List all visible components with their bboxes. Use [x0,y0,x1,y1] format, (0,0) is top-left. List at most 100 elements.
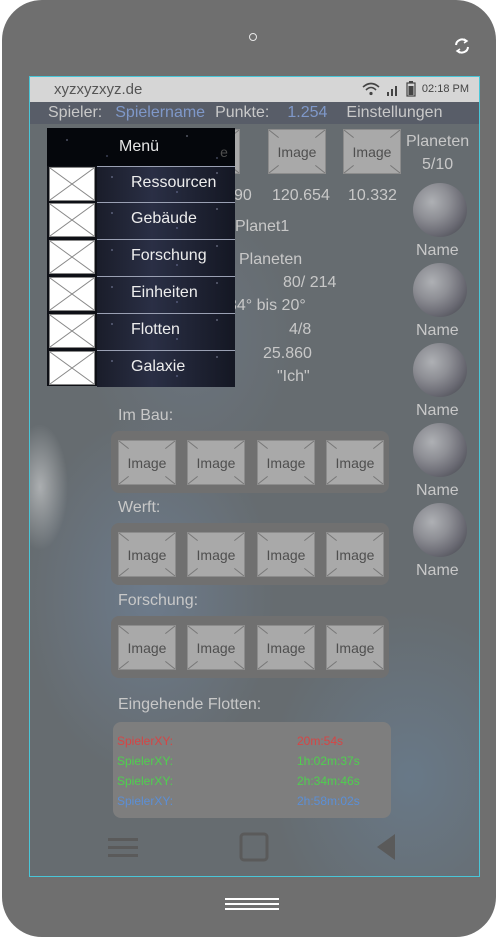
menu-item-label: Forschung [131,247,207,264]
image-placeholder-icon [49,203,95,237]
fleet-row[interactable]: SpielerXY: 1h:02m:37s [117,754,387,768]
hardware-home-icon[interactable] [225,896,279,912]
planet-icon[interactable] [413,423,467,477]
image-label: Image [335,454,375,471]
resource-value: 120.654 [272,187,330,204]
shipyard-image[interactable]: Image [326,532,384,577]
image-label: Image [127,639,167,656]
rotate-icon[interactable] [452,36,472,56]
planet-list-name[interactable]: Name [416,562,459,580]
planet-fields: 80/ 214 [283,274,337,291]
fleet-row[interactable]: SpielerXY: 2h:58m:02s [117,794,387,808]
wifi-icon [362,82,380,96]
menu-item-gebaeude[interactable]: Gebäude [47,202,235,239]
player-info-bar: Spieler: Spielername Punkte: 1.254 Einst… [30,102,479,124]
construction-image[interactable]: Image [118,440,176,485]
shipyard-image[interactable]: Image [257,532,315,577]
fleet-player: SpielerXY: [117,754,174,768]
planet-owner: "Ich" [277,368,310,385]
points-value: 1.254 [287,104,328,121]
image-label: Image [196,546,236,563]
menu-item-label: Flotten [131,321,180,338]
fleet-player: SpielerXY: [117,794,174,808]
fleet-time: 20m:54s [297,734,344,748]
research-image[interactable]: Image [326,625,384,670]
player-name[interactable]: Spielername [115,104,205,122]
image-placeholder-icon [49,167,95,201]
planet-score: 25.860 [263,345,312,362]
incoming-fleets-panel: SpielerXY: 20m:54s SpielerXY: 1h:02m:37s… [113,722,391,818]
menu-item-forschung[interactable]: Forschung [47,239,235,276]
image-label: Image [335,639,375,656]
image-label: Image [266,546,306,563]
camera-icon [249,33,257,41]
fleet-time: 2h:58m:02s [297,794,360,808]
planet-icon[interactable] [413,263,467,317]
fleet-time: 2h:34m:46s [297,774,360,788]
planet-icon[interactable] [413,343,467,397]
planet-name: Planet1 [235,218,290,235]
phone-frame: xyzxyzxyz.de 02:18 PM Spieler: Spielerna… [2,0,496,937]
image-placeholder-icon [49,314,95,348]
planet-icon[interactable] [413,183,467,237]
image-label: Image [196,454,236,471]
image-placeholder-icon [49,351,95,385]
fleet-row[interactable]: SpielerXY: 20m:54s [117,734,387,748]
planet-list-name[interactable]: Name [416,242,459,260]
planet-list-name[interactable]: Name [416,322,459,340]
menu-item-label: Ressourcen [131,174,217,191]
fleet-row[interactable]: SpielerXY: 2h:34m:46s [117,774,387,788]
planet-icon[interactable] [413,503,467,557]
image-label: Image [127,546,167,563]
fleet-player: SpielerXY: [117,774,174,788]
fleet-time: 1h:02m:37s [297,754,360,768]
menu-item-label: Gebäude [131,210,197,227]
url-text[interactable]: xyzxyzxyz.de [54,81,142,98]
fleet-player: SpielerXY: [117,734,174,748]
research-title: Forschung: [118,592,199,609]
clock: 02:18 PM [421,83,469,95]
image-placeholder-icon [49,277,95,311]
menu-item-label: Einheiten [131,284,198,301]
home-nav-icon[interactable] [239,832,269,862]
research-image[interactable]: Image [187,625,245,670]
resource-image-label: Image [277,143,317,160]
planets-title: Planeten [406,133,470,150]
construction-image[interactable]: Image [326,440,384,485]
planet-temperature: 34° bis 20° [228,297,306,314]
resource-value: 10.332 [348,187,397,204]
player-label: Spieler: [48,104,103,121]
signal-icon [386,86,397,96]
resource-image-label: e [220,143,228,160]
menu-header[interactable]: Menü [47,128,235,166]
construction-image[interactable]: Image [257,440,315,485]
menu-item-einheiten[interactable]: Einheiten [47,276,235,313]
resource-image[interactable]: Image [268,129,326,174]
planet-info-heading: Planeten [239,251,303,268]
settings-link[interactable]: Einstellungen [346,104,442,122]
menu-item-flotten[interactable]: Flotten [47,313,235,350]
incoming-fleets-title: Eingehende Flotten: [118,696,262,713]
image-label: Image [266,454,306,471]
planets-count: 5/10 [422,156,454,173]
back-nav-icon[interactable] [375,832,397,862]
planet-list-name[interactable]: Name [416,402,459,420]
image-placeholder-icon [49,240,95,274]
image-label: Image [196,639,236,656]
planet-list-name[interactable]: Name [416,482,459,500]
shipyard-image[interactable]: Image [118,532,176,577]
menu-title: Menü [119,138,160,155]
menu-item-galaxie[interactable]: Galaxie [47,350,235,387]
points-label: Punkte: [215,104,270,121]
planet-slots: 4/8 [289,321,312,338]
research-image[interactable]: Image [118,625,176,670]
shipyard-image[interactable]: Image [187,532,245,577]
browser-status-bar: xyzxyzxyz.de 02:18 PM [30,77,479,102]
resource-image[interactable]: Image [343,129,401,174]
resource-image-label: Image [352,143,392,160]
menu-nav-icon[interactable] [108,832,138,862]
research-image[interactable]: Image [257,625,315,670]
construction-image[interactable]: Image [187,440,245,485]
menu-item-ressourcen[interactable]: Ressourcen [47,166,235,203]
image-label: Image [127,454,167,471]
